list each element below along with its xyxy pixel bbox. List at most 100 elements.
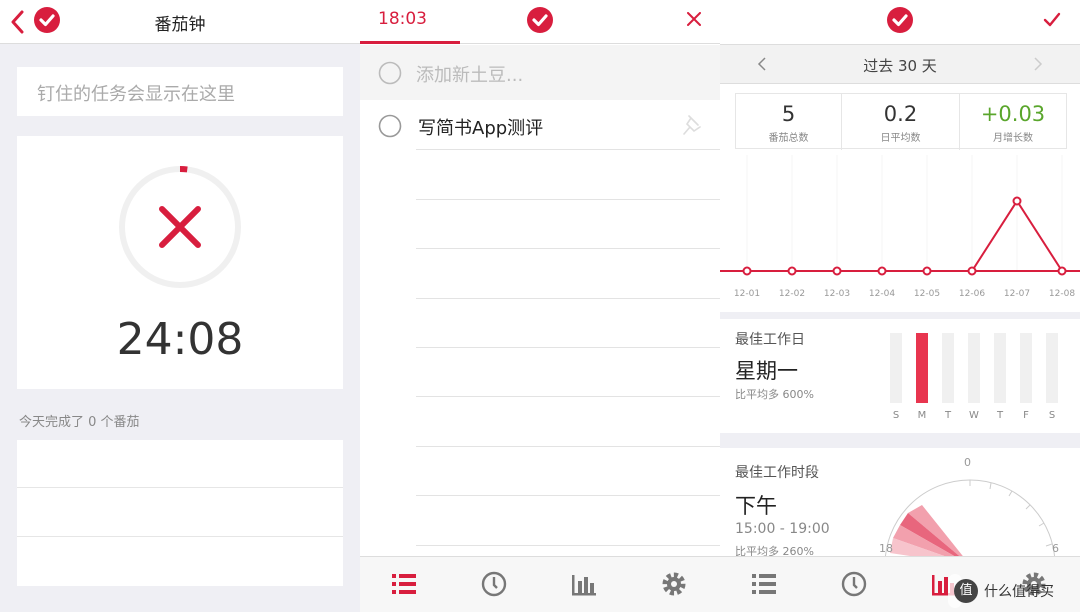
pin-icon[interactable] — [682, 114, 702, 136]
page-title: 番茄钟 — [154, 15, 206, 35]
data-point — [922, 266, 932, 276]
bar-track — [890, 333, 902, 403]
add-task-row[interactable]: 添加新土豆... — [360, 45, 720, 100]
weekday-label: M — [917, 410, 927, 421]
bar-track — [1046, 333, 1058, 403]
hour-clock-chart — [885, 479, 1055, 556]
timer-screen: 番茄钟 钉住的任务会显示在这里 24:08 今天完成了 0 个番茄 — [0, 0, 360, 612]
watermark-text: 什么值得买 — [984, 584, 1054, 600]
data-point — [787, 266, 797, 276]
task-label: 写简书App测评 — [418, 118, 544, 139]
clock-label-left: 18 — [879, 542, 893, 555]
x-tick-label: 12-08 — [1049, 289, 1075, 299]
period-selector: 过去 30 天 — [720, 44, 1080, 84]
best-day-note: 比平均多 600% — [735, 388, 814, 401]
x-tick-label: 12-07 — [1004, 289, 1030, 299]
stat-label: 月增长数 — [993, 133, 1033, 144]
tasks-screen: 18:03 添加新土豆... 写简书App测评 — [360, 0, 720, 612]
chart-icon[interactable] — [569, 569, 599, 599]
divider — [416, 495, 720, 496]
stat-value: 0.2 — [883, 102, 918, 126]
x-tick-label: 12-03 — [824, 289, 850, 299]
close-icon[interactable] — [687, 12, 701, 26]
x-tick-label: 12-02 — [779, 289, 805, 299]
task-checkbox-icon[interactable] — [378, 114, 402, 138]
stat-label: 番茄总数 — [768, 133, 809, 144]
data-point — [967, 266, 977, 276]
chevron-right-icon[interactable] — [1033, 56, 1043, 72]
stat-value: +0.03 — [980, 102, 1046, 126]
stat-total: 5 番茄总数 — [736, 94, 842, 150]
circle-icon — [378, 61, 402, 85]
data-point — [742, 266, 752, 276]
x-tick-label: 12-04 — [869, 289, 895, 299]
list-icon[interactable] — [389, 569, 419, 599]
bar-track — [968, 333, 980, 403]
data-point — [1057, 266, 1067, 276]
countdown-display: 24:08 — [116, 314, 244, 365]
weekday-label: W — [969, 410, 979, 421]
stats-header — [720, 0, 1080, 44]
divider — [416, 446, 720, 447]
stat-monthly-growth: +0.03 月增长数 — [960, 94, 1066, 150]
best-day-value: 星期一 — [735, 359, 798, 383]
timer-card: 24:08 — [17, 136, 343, 389]
clock-icon[interactable] — [479, 569, 509, 599]
best-period-value: 下午 — [735, 494, 777, 518]
stat-daily-average: 0.2 日平均数 — [842, 94, 960, 150]
summary-stats: 5 番茄总数 0.2 日平均数 +0.03 月增长数 — [735, 93, 1067, 150]
clock-label-top: 0 — [964, 456, 971, 469]
divider — [416, 545, 720, 546]
bar-track — [994, 333, 1006, 403]
x-tick-label: 12-06 — [959, 289, 985, 299]
bar-track — [942, 333, 954, 403]
add-task-input[interactable]: 添加新土豆... — [416, 61, 523, 87]
stat-value: 5 — [781, 102, 796, 126]
pinned-placeholder: 钉住的任务会显示在这里 — [37, 84, 235, 105]
divider — [416, 199, 720, 200]
weekday-label: T — [996, 410, 1004, 421]
check-icon[interactable] — [1043, 12, 1061, 28]
divider — [416, 396, 720, 397]
best-day-heading: 最佳工作日 — [735, 332, 805, 348]
stat-label: 日平均数 — [880, 133, 921, 144]
weekday-label: F — [1023, 410, 1029, 421]
task-row[interactable]: 写简书App测评 — [360, 101, 720, 149]
weekday-label: S — [1048, 410, 1056, 421]
data-point — [832, 266, 842, 276]
stats-screen: 过去 30 天 5 番茄总数 0.2 日平均数 +0.03 月增长数 12-01… — [720, 0, 1080, 612]
tasks-header: 18:03 — [360, 0, 720, 44]
best-period-range: 15:00 - 19:00 — [735, 521, 830, 537]
divider — [17, 536, 343, 537]
history-list — [17, 440, 343, 586]
clock-icon[interactable] — [839, 569, 869, 599]
divider — [416, 149, 720, 150]
timer-header: 番茄钟 — [0, 0, 360, 44]
gear-icon[interactable] — [659, 569, 689, 599]
weekday-label: T — [944, 410, 952, 421]
watermark-logo-icon: 值 — [954, 579, 978, 603]
divider — [17, 487, 343, 488]
watermark: 值 什么值得买 — [948, 574, 1054, 608]
trend-line-chart: 12-01 12-02 12-03 12-04 12-05 12-06 12-07 12-08 — [720, 155, 1080, 299]
x-tick-label: 12-01 — [734, 289, 760, 299]
bar-track — [1020, 333, 1032, 403]
app-logo-icon — [887, 7, 913, 33]
divider — [416, 298, 720, 299]
timer-tab-time[interactable]: 18:03 — [378, 9, 427, 29]
pinned-task-box[interactable]: 钉住的任务会显示在这里 — [17, 67, 343, 116]
divider — [416, 248, 720, 249]
best-period-heading: 最佳工作时段 — [735, 465, 819, 481]
app-logo-icon — [527, 7, 553, 33]
series-line — [747, 199, 1063, 272]
weekday-label: S — [892, 410, 900, 421]
list-icon[interactable] — [749, 569, 779, 599]
bottom-tab-bar — [360, 556, 720, 612]
done-today-label: 今天完成了 0 个番茄 — [19, 415, 140, 430]
clock-label-right: 6 — [1052, 542, 1059, 555]
best-period-card: 最佳工作时段 下午 15:00 - 19:00 比平均多 260% 0 18 6 — [720, 448, 1080, 558]
data-point — [1012, 196, 1022, 206]
bar — [916, 333, 928, 403]
cancel-timer-icon[interactable] — [156, 203, 204, 251]
period-label: 过去 30 天 — [863, 57, 937, 75]
